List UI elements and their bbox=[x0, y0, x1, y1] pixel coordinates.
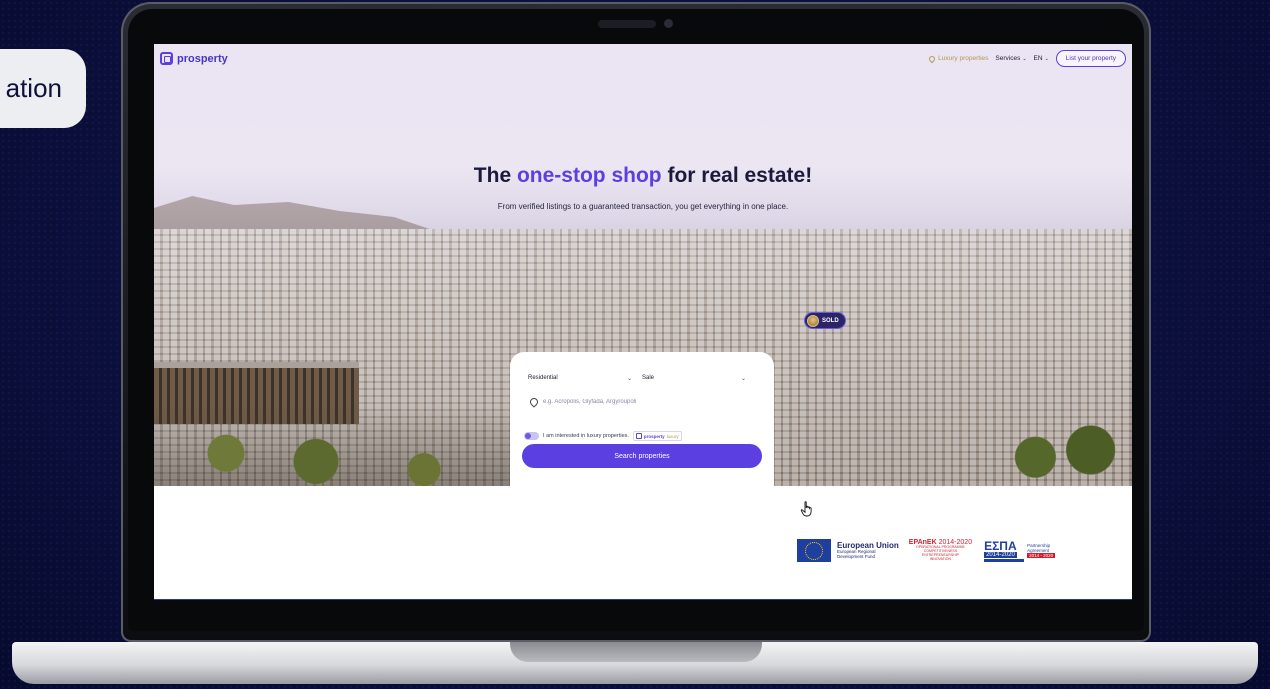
nav-language-dropdown[interactable]: EN ⌄ bbox=[1034, 55, 1049, 62]
location-pin-icon bbox=[528, 396, 540, 408]
espa-years2: 2014 - 2020 bbox=[1027, 553, 1056, 559]
list-property-button[interactable]: List your property bbox=[1055, 50, 1126, 67]
prosperty-luxury-badge: prosperty luxury bbox=[632, 431, 682, 441]
eu-sub2: Development Fund bbox=[837, 554, 876, 559]
nav-services-label: Services bbox=[995, 55, 1021, 62]
side-caption-pill: ation bbox=[0, 49, 86, 128]
hero-headline: The one-stop shop for real estate! bbox=[154, 164, 1132, 188]
top-nav: Luxury properties Services ⌄ EN ⌄ List you… bbox=[927, 50, 1126, 67]
prosperty-logo-icon bbox=[160, 52, 173, 65]
location-input[interactable] bbox=[543, 399, 733, 405]
camera-icon bbox=[664, 19, 673, 28]
sold-badge-label: SOLD bbox=[822, 317, 839, 324]
logo-text: prosperty bbox=[177, 52, 228, 65]
eu-flag-icon bbox=[797, 539, 831, 562]
sold-badge: SOLD bbox=[804, 312, 846, 329]
luxury-toggle-row: I am interested in luxury properties. pr… bbox=[524, 431, 682, 441]
eu-label: European Union European Regional Develop… bbox=[837, 541, 899, 560]
epanek-sub4: INNOVATION bbox=[929, 556, 952, 561]
nav-luxury-link[interactable]: Luxury properties bbox=[927, 54, 989, 63]
espa-logo: ΕΣΠΑ 2014-2020 Partnership Agreement 201… bbox=[984, 538, 1056, 562]
hero-subline: From verified listings to a guaranteed t… bbox=[497, 202, 789, 211]
chevron-down-icon: ⌄ bbox=[1044, 56, 1049, 62]
espa-bar bbox=[984, 558, 1025, 562]
headline-after: for real estate! bbox=[661, 164, 813, 187]
nav-services-dropdown[interactable]: Services ⌄ bbox=[995, 55, 1026, 62]
transaction-type-select[interactable]: Sale ⌄ bbox=[642, 372, 756, 384]
transaction-type-value: Sale bbox=[642, 375, 655, 381]
hand-pointer-cursor-icon bbox=[800, 501, 812, 517]
side-caption-text: ation bbox=[5, 73, 62, 103]
headline-before: The bbox=[473, 164, 517, 187]
search-properties-button[interactable]: Search properties bbox=[522, 444, 762, 468]
site-logo[interactable]: prosperty bbox=[160, 52, 228, 65]
nav-luxury-label: Luxury properties bbox=[938, 55, 989, 62]
camera-notch bbox=[598, 20, 656, 28]
epanek-logo: EPAnEK 2014-2020 OPERATIONAL PROGRAMME C… bbox=[909, 539, 972, 561]
headline-accent: one-stop shop bbox=[516, 164, 662, 187]
brand-main: prosperty bbox=[643, 433, 665, 439]
espa-mark: ΕΣΠΑ 2014-2020 bbox=[984, 538, 1025, 562]
luxury-toggle[interactable] bbox=[524, 432, 539, 440]
location-pin-icon bbox=[927, 54, 937, 63]
chevron-down-icon: ⌄ bbox=[1022, 56, 1027, 62]
location-search bbox=[528, 396, 733, 408]
luxury-toggle-label: I am interested in luxury properties. bbox=[543, 433, 629, 439]
screen-divider bbox=[154, 599, 1132, 600]
hero-trees-left bbox=[154, 404, 514, 486]
search-card: Residential ⌄ Sale ⌄ I am interested in … bbox=[510, 352, 774, 486]
brand-lux: luxury bbox=[666, 433, 679, 439]
search-selects: Residential ⌄ Sale ⌄ bbox=[528, 372, 756, 384]
chevron-down-icon: ⌄ bbox=[626, 375, 632, 382]
funding-logos: European Union European Regional Develop… bbox=[797, 538, 1056, 562]
chevron-down-icon: ⌄ bbox=[740, 375, 746, 382]
property-type-value: Residential bbox=[528, 375, 558, 381]
nav-language-label: EN bbox=[1033, 55, 1043, 62]
espa-side-text: Partnership Agreement 2014 - 2020 bbox=[1027, 543, 1056, 559]
property-type-select[interactable]: Residential ⌄ bbox=[528, 372, 642, 384]
espa-years: 2014-2020 bbox=[984, 551, 1017, 558]
avatar bbox=[807, 314, 819, 327]
espa-title: ΕΣΠΑ bbox=[984, 538, 1017, 553]
laptop-screen: prosperty Luxury properties Services ⌄ EN… bbox=[154, 44, 1132, 600]
hero-trees-right bbox=[994, 414, 1132, 486]
laptop-base-notch bbox=[510, 642, 762, 662]
prosperty-logo-icon bbox=[635, 433, 642, 439]
